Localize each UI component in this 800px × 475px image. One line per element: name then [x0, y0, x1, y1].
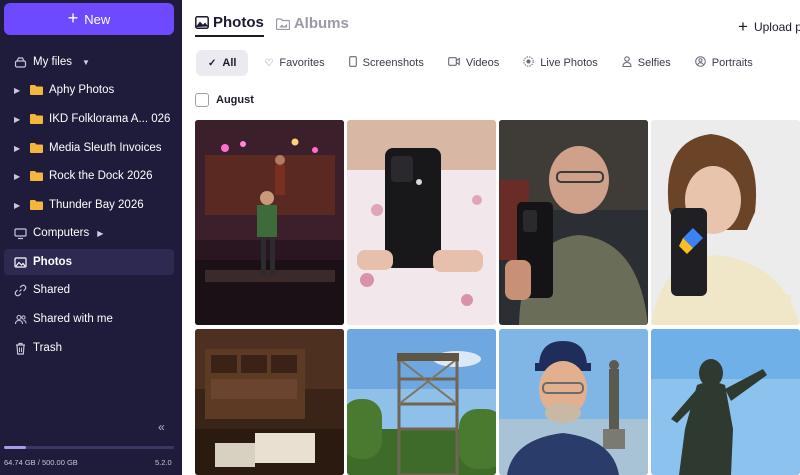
filter-portraits[interactable]: Portraits: [683, 50, 765, 76]
app-version: 5.2.0: [155, 458, 172, 467]
folder-icon: [30, 143, 43, 153]
storage-progress-bar: [4, 446, 174, 449]
folder-item[interactable]: ▶ Rock the Dock 2026: [4, 163, 174, 189]
folder-label: Aphy Photos: [49, 84, 115, 96]
section-heading: August: [216, 94, 254, 106]
storage-usage-text: 64.74 GB / 500.00 GB: [4, 458, 78, 467]
filter-selfies[interactable]: Selfies: [610, 50, 683, 76]
trash-icon: [13, 341, 27, 355]
sidebar-item-photos[interactable]: Photos: [4, 249, 174, 275]
heart-icon: ♡: [264, 57, 274, 69]
filter-label: Screenshots: [362, 57, 424, 69]
sidebar-item-label: Computers: [33, 227, 90, 239]
folder-item[interactable]: ▶ Thunder Bay 2026: [4, 192, 174, 218]
folder-label: Thunder Bay 2026: [49, 199, 144, 211]
double-chevron-left-icon[interactable]: «: [158, 420, 165, 434]
photo-thumbnail[interactable]: [651, 329, 800, 475]
filter-live-photos[interactable]: Live Photos: [511, 50, 609, 76]
filter-label: Selfies: [637, 57, 671, 69]
folder-item[interactable]: ▶ Media Sleuth Invoices: [4, 135, 174, 161]
filter-all[interactable]: ✓ All: [196, 50, 249, 76]
chevron-right-icon[interactable]: ▶: [97, 229, 103, 238]
sidebar-item-computers[interactable]: Computers ▶: [4, 220, 174, 246]
photo-thumbnail[interactable]: [651, 120, 800, 325]
photo-thumbnail[interactable]: [347, 329, 496, 475]
folder-label: Rock the Dock 2026: [49, 170, 153, 182]
tab-albums[interactable]: Albums: [275, 15, 349, 36]
filter-label: Portraits: [711, 57, 753, 69]
upload-button[interactable]: + Upload p: [738, 18, 800, 35]
live-icon: [523, 56, 534, 70]
new-button[interactable]: + New: [4, 3, 174, 35]
folder-label: Media Sleuth Invoices: [49, 142, 162, 154]
person-icon: [622, 56, 632, 70]
filter-favorites[interactable]: ♡ Favorites: [252, 50, 336, 76]
filter-label: All: [222, 57, 237, 69]
chevron-right-icon[interactable]: ▶: [14, 144, 22, 153]
sidebar-item-label: My files: [33, 56, 72, 68]
chevron-right-icon[interactable]: ▶: [14, 172, 22, 181]
album-icon: [275, 17, 290, 30]
folder-icon: [30, 85, 43, 95]
sidebar: + New My files ▼ ▶ Aphy Photos ▶ IKD Fol…: [0, 0, 182, 475]
filter-chips: ✓ All ♡ Favorites Screenshots Videos Liv…: [196, 50, 765, 76]
filter-label: Live Photos: [540, 57, 598, 69]
filter-videos[interactable]: Videos: [436, 50, 511, 76]
monitor-icon: [13, 226, 27, 240]
tab-photos[interactable]: Photos: [195, 14, 264, 37]
photo-thumbnail[interactable]: [195, 329, 344, 475]
folder-item[interactable]: ▶ IKD Folklorama A... 026: [4, 106, 174, 132]
storage-progress-fill: [4, 446, 27, 449]
chevron-right-icon[interactable]: ▶: [14, 201, 22, 210]
phone-icon: [348, 56, 357, 70]
sidebar-item-label: Photos: [33, 256, 72, 268]
folder-label: IKD Folklorama A... 026: [49, 113, 171, 125]
sidebar-item-my-files[interactable]: My files ▼: [4, 49, 174, 75]
image-icon: [13, 255, 27, 269]
chevron-right-icon[interactable]: ▶: [14, 86, 22, 95]
photo-thumbnail[interactable]: [347, 120, 496, 325]
plus-icon: +: [738, 17, 748, 36]
photo-thumbnail[interactable]: [499, 120, 648, 325]
link-icon: [13, 283, 27, 297]
filter-screenshots[interactable]: Screenshots: [337, 50, 436, 76]
plus-icon: +: [67, 8, 79, 28]
cloud-drive-icon: [13, 55, 27, 69]
photo-thumbnail[interactable]: [195, 120, 344, 325]
folder-icon: [30, 171, 43, 181]
sidebar-item-trash[interactable]: Trash: [4, 335, 174, 361]
filter-label: Favorites: [279, 57, 325, 69]
sidebar-item-label: Shared with me: [33, 313, 113, 325]
folder-item[interactable]: ▶ Aphy Photos: [4, 77, 174, 103]
filter-label: Videos: [465, 57, 500, 69]
tab-label: Albums: [293, 15, 349, 32]
upload-label: Upload p: [753, 19, 800, 34]
folder-icon: [30, 114, 43, 124]
check-icon: ✓: [208, 57, 217, 69]
view-tabs: Photos Albums: [195, 14, 349, 37]
sidebar-item-label: Shared: [33, 284, 71, 296]
image-icon: [195, 16, 209, 29]
new-button-label: New: [84, 11, 111, 27]
chevron-down-icon[interactable]: ▼: [82, 58, 90, 67]
sidebar-item-shared[interactable]: Shared: [4, 277, 174, 303]
video-icon: [447, 57, 460, 69]
portrait-icon: [694, 56, 706, 70]
photo-thumbnail[interactable]: [499, 329, 648, 475]
folder-icon: [30, 200, 43, 210]
sidebar-item-shared-with-me[interactable]: Shared with me: [4, 306, 174, 332]
chevron-right-icon[interactable]: ▶: [14, 115, 22, 124]
sidebar-item-label: Trash: [33, 342, 62, 354]
select-all-checkbox[interactable]: [195, 93, 209, 107]
tab-label: Photos: [213, 14, 264, 31]
users-icon: [13, 312, 27, 326]
